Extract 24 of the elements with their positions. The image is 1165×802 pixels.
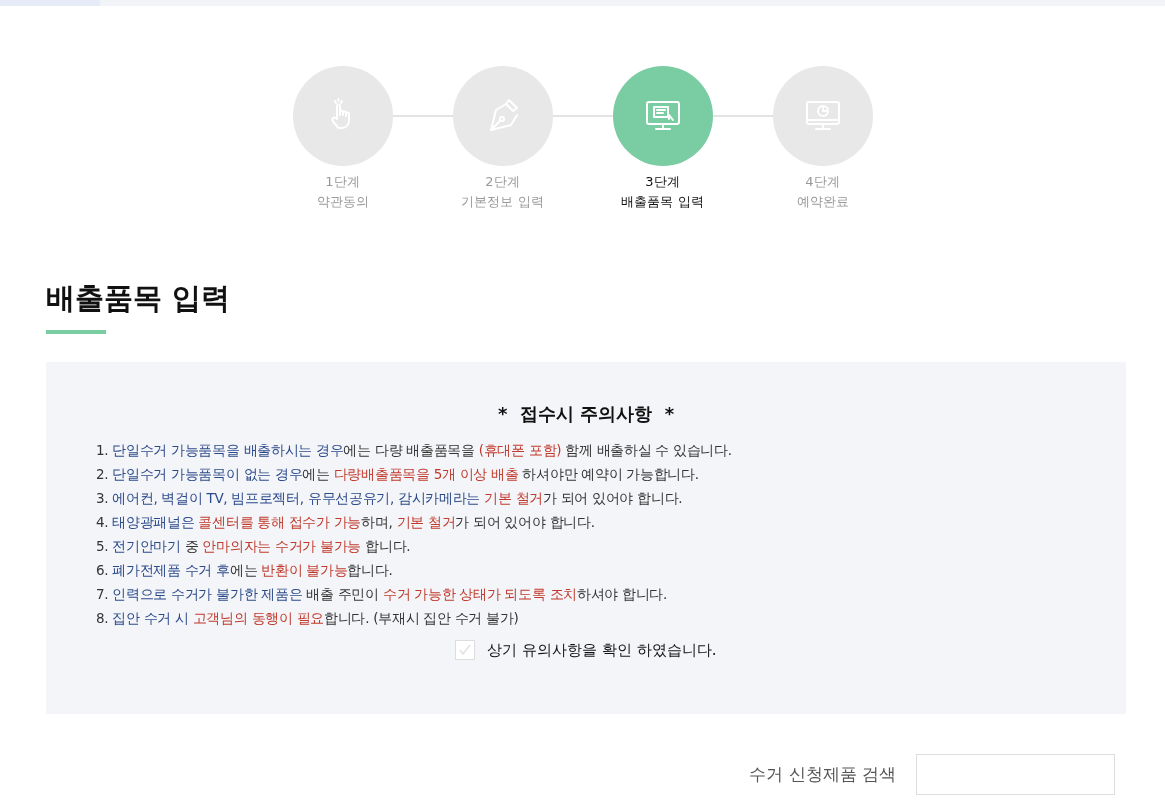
- step-number: 2단계: [485, 173, 520, 191]
- notice-item: 7. 인력으로 수거가 불가한 제품은 배출 주민이 수거 가능한 상태가 되도록 조치하셔야 합니다.: [96, 585, 669, 604]
- step-number: 3단계: [645, 173, 680, 191]
- notice-item: 1. 단일수거 가능품목을 배출하시는 경우에는 다량 배출품목을 (휴대폰 포함) 함께 배출하실 수 있습니다.: [96, 441, 733, 460]
- notice-title: * 접수시 주의사항 *: [496, 402, 676, 426]
- heading-underline: [46, 330, 106, 334]
- step-number: 4단계: [805, 173, 840, 191]
- notice-item: 6. 폐가전제품 수거 후에는 반환이 불가능합니다.: [96, 561, 394, 580]
- confirm-label: 상기 유의사항을 확인 하였습니다.: [487, 640, 717, 660]
- notice-item: 5. 전기안마기 중 안마의자는 수거가 불가능 합니다.: [96, 537, 412, 556]
- notice-item: 8. 집안 수거 시 고객님의 동행이 필요합니다. (부재시 집안 수거 불가): [96, 609, 520, 628]
- step-label: 약관동의: [316, 193, 369, 211]
- confirm-checkbox[interactable]: [455, 640, 476, 660]
- notice-item: 3. 에어컨, 벽걸이 TV, 빔프로젝터, 유무선공유기, 감시카메라는 기본 철거 가 되어 있어야 합니다.: [96, 489, 684, 508]
- checkmark-icon: [458, 643, 473, 657]
- notice-item: 2. 단일수거 가능품목이 없는 경우에는 다량배출품목을 5개 이상 배출 하셔야만 예약이 가능합니다.: [96, 465, 700, 484]
- step-label: 배출품목 입력: [621, 193, 704, 211]
- page-heading: 배출품목 입력: [46, 280, 232, 317]
- search-label: 수거 신청제품 검색: [749, 763, 896, 786]
- search-field[interactable]: [916, 754, 1115, 795]
- notice-item: 4. 태양광패널은 콜센터를 통해 접수가 가능하며, 기본 철거가 되어 있어야 합니다.: [96, 513, 596, 532]
- step-label: 기본정보 입력: [461, 193, 544, 211]
- step-number: 1단계: [325, 173, 360, 191]
- step-label: 예약완료: [796, 193, 849, 211]
